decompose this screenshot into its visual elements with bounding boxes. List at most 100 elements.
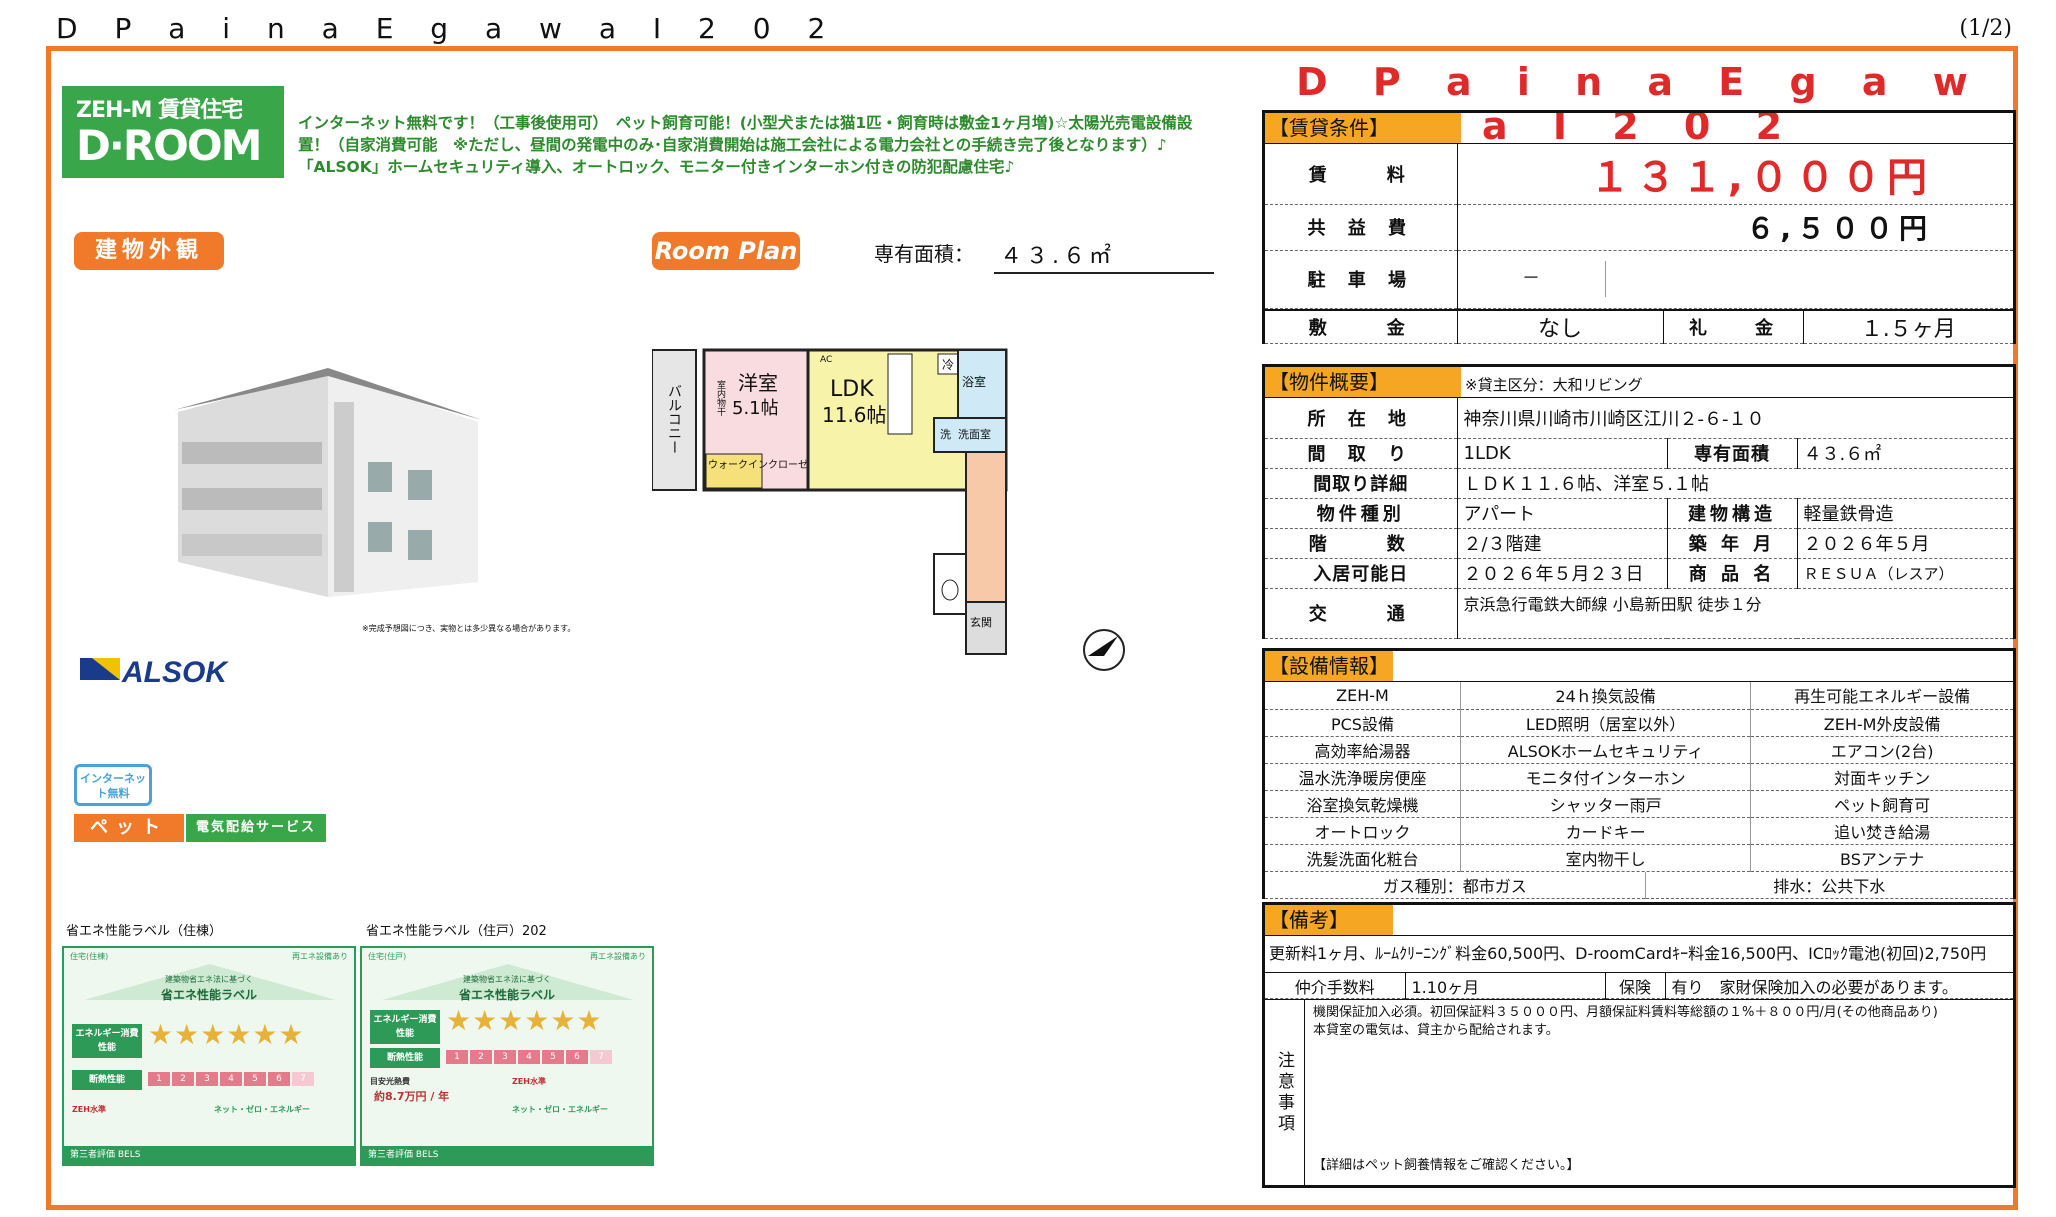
document-title: D P a i n a E g a w a Ⅰ 2 0 2 xyxy=(56,12,840,45)
zeh-note: ZEH水準 xyxy=(72,1105,106,1114)
scale-step: 1 xyxy=(446,1050,468,1064)
equipment-table: ZEH-M 24ｈ換気設備 再生可能エネルギー設備 PCS設備 LED照明（居室以外）… xyxy=(1265,682,2013,872)
bels-footer: 第三者評価 BELS xyxy=(64,1146,354,1164)
lessor-note: ※貸主区分：大和リビング xyxy=(1465,376,1643,394)
scale-step: 5 xyxy=(244,1072,266,1086)
wash-mark: 洗 xyxy=(940,428,951,441)
bels-footer: 第三者評価 BELS xyxy=(362,1146,652,1164)
equipment-item: ZEH-M xyxy=(1265,682,1461,710)
scale-step: 7 xyxy=(292,1072,314,1086)
bath-label: 浴室 xyxy=(962,374,986,389)
scale-step: 4 xyxy=(220,1072,242,1086)
pet-badge: ペット xyxy=(74,814,184,842)
logo-line-2: D·ROOM xyxy=(76,121,262,170)
equipment-heading: 【設備情報】 xyxy=(1265,651,1393,681)
exterior-tag: 建物外観 xyxy=(74,232,224,270)
floor-label: 階 数 xyxy=(1265,528,1458,559)
western-room-label: 洋室 xyxy=(738,371,778,395)
net-zero-note: ネット・ゼロ・エネルギー xyxy=(512,1105,608,1114)
insurance-value: 有り 家財保険加入の必要があります。 xyxy=(1665,972,2013,999)
product-value: ＲＥＳＵＡ（レスア） xyxy=(1797,558,2013,589)
equipment-item: ZEH-M外皮設備 xyxy=(1750,709,2013,737)
drainage-type: 排水：公共下水 xyxy=(1645,871,2013,899)
structure-value: 軽量鉄骨造 xyxy=(1797,498,2013,529)
equipment-item: 対面キッチン xyxy=(1750,763,2013,791)
insurance-label: 保険 xyxy=(1605,972,1666,999)
rental-conditions-section: 【賃貸条件】 賃 料 １３１,０００円 共 益 費 ６,５００円 駐 車 場 －… xyxy=(1262,110,2016,344)
equipment-item: LED照明（居室以外） xyxy=(1460,709,1752,737)
product-label: 商 品 名 xyxy=(1666,558,1798,589)
built-label: 築 年 月 xyxy=(1666,528,1798,559)
property-overview-section: 【物件概要】 ※貸主区分：大和リビング 所 在 地 神奈川県川崎市川崎区江川２-… xyxy=(1262,364,2016,639)
energy-consumption-label: エネルギー消費性能 xyxy=(370,1010,440,1044)
cost-label: 目安光熱費 xyxy=(370,1077,410,1086)
insulation-scale: 1234567 xyxy=(148,1072,314,1086)
unit-label-title: 省エネ性能ラベル（住戸）202 xyxy=(366,924,547,939)
parking-text: － xyxy=(1458,261,1606,297)
internet-free-badge: インターネット無料 xyxy=(74,764,152,806)
scale-step: 2 xyxy=(172,1072,194,1086)
equipment-item: 再生可能エネルギー設備 xyxy=(1750,682,2013,710)
common-fee-label: 共 益 費 xyxy=(1265,204,1458,251)
equipment-item: 追い焚き給湯 xyxy=(1750,817,2013,845)
move-in-value: ２０２６年５月２３日 xyxy=(1457,558,1667,589)
label-sub: 建築物省エネ法に基づく xyxy=(463,975,551,984)
energy-consumption-label: エネルギー消費性能 xyxy=(72,1024,142,1058)
alsok-text: ALSOK xyxy=(121,656,229,689)
intro-line-3: 「ALSOK」ホームセキュリティ導入、オートロック、モニター付きインターホン付き… xyxy=(298,158,1015,176)
scale-step: 1 xyxy=(148,1072,170,1086)
area-detail-value: ４３.６㎡ xyxy=(1797,438,2013,469)
logo-line-1: ZEH-M 賃貸住宅 xyxy=(76,98,243,123)
intro-line-1: インターネット無料です！（工事後使用可） ペット飼育可能！(小型犬または猫1匹・… xyxy=(298,114,1193,132)
energy-label-building: 住宅(住棟) 再エネ設備あり 建築物省エネ法に基づく 省エネ性能ラベル エネルギー… xyxy=(62,946,356,1166)
caution-line-2: 本貸室の電気は、貸主から配給されます。 xyxy=(1313,1023,1559,1038)
equipment-item: オートロック xyxy=(1265,817,1461,845)
balcony-label: バルコニー xyxy=(666,384,682,454)
equipment-item: BSアンテナ xyxy=(1750,844,2013,872)
zeh-note: ZEH水準 xyxy=(512,1077,546,1086)
brokerage-label: 仲介手数料 xyxy=(1265,972,1406,999)
layout-value: 1LDK xyxy=(1457,438,1667,469)
intro-text: インターネット無料です！（工事後使用可） ペット飼育可能！(小型犬または猫1匹・… xyxy=(298,112,1238,178)
structure-label: 建物構造 xyxy=(1666,498,1798,529)
area-label: 専有面積： xyxy=(874,242,974,266)
intro-line-2: 置！（自家消費可能 ※ただし、昼間の発電中のみ･自家消費開始は施工会社による電力… xyxy=(298,136,1167,154)
conditions-heading: 【賃貸条件】 xyxy=(1265,113,1461,143)
scale-step: 5 xyxy=(542,1050,564,1064)
equipment-item: 高効率給湯器 xyxy=(1265,736,1461,764)
energy-stars: ★★★★★★ xyxy=(148,1018,305,1051)
scale-step: 3 xyxy=(494,1050,516,1064)
insulation-label: 断熱性能 xyxy=(72,1070,142,1090)
address-value: 神奈川県川崎市川崎区江川２-６-１０ xyxy=(1457,398,2013,439)
insulation-label: 断熱性能 xyxy=(370,1048,440,1068)
ldk-label: LDK xyxy=(830,377,874,402)
parking-value: － xyxy=(1457,250,2013,309)
address-label: 所 在 地 xyxy=(1265,398,1458,439)
caution-line-1: 機関保証加入必須。初回保証料３５０００円、月額保証料賃料等総額の１%＋８００円/… xyxy=(1313,1005,1938,1020)
scale-step: 3 xyxy=(196,1072,218,1086)
scale-step: 7 xyxy=(590,1050,612,1064)
equipment-item: エアコン(2台) xyxy=(1750,736,2013,764)
equipment-item: PCS設備 xyxy=(1265,709,1461,737)
cost-value: 約8.7万円 / 年 xyxy=(374,1090,450,1103)
layout-detail-value: ＬＤＫ１１.６帖、洋室５.１帖 xyxy=(1457,468,2013,499)
caution-block: 注意事項 機関保証加入必須。初回保証料３５０００円、月額保証料賃料等総額の１%＋… xyxy=(1265,999,2013,1185)
indoor-drying-label: 室内物干 xyxy=(715,379,726,417)
gas-type: ガス種別：都市ガス xyxy=(1265,871,1646,899)
equipment-item: ペット飼育可 xyxy=(1750,790,2013,818)
energy-stars: ★★★★★★ xyxy=(446,1004,603,1037)
equipment-item: シャッター雨戸 xyxy=(1460,790,1752,818)
net-zero-note: ネット・ゼロ・エネルギー xyxy=(214,1105,310,1114)
deposit-value: なし xyxy=(1457,309,1663,344)
scale-step: 2 xyxy=(470,1050,492,1064)
energy-label-unit: 住宅(住戸) 再エネ設備あり 建築物省エネ法に基づく 省エネ性能ラベル エネルギー… xyxy=(360,946,654,1166)
access-value: 京浜急行電鉄大師線 小島新田駅 徒歩１分 xyxy=(1457,588,2013,639)
type-value: アパート xyxy=(1457,498,1667,529)
built-value: ２０２６年５月 xyxy=(1797,528,2013,559)
deposit-label: 敷 金 xyxy=(1265,309,1458,344)
equipment-item: カードキー xyxy=(1460,817,1752,845)
alsok-logo: ALSOK xyxy=(80,656,229,689)
area-detail-label: 専有面積 xyxy=(1666,438,1798,469)
label-sub: 建築物省エネ法に基づく xyxy=(165,975,253,984)
remarks-section: 【備考】 更新料1ヶ月、ﾙｰﾑｸﾘｰﾆﾝｸﾞ料金60,500円、D-roomCa… xyxy=(1262,902,2016,1188)
